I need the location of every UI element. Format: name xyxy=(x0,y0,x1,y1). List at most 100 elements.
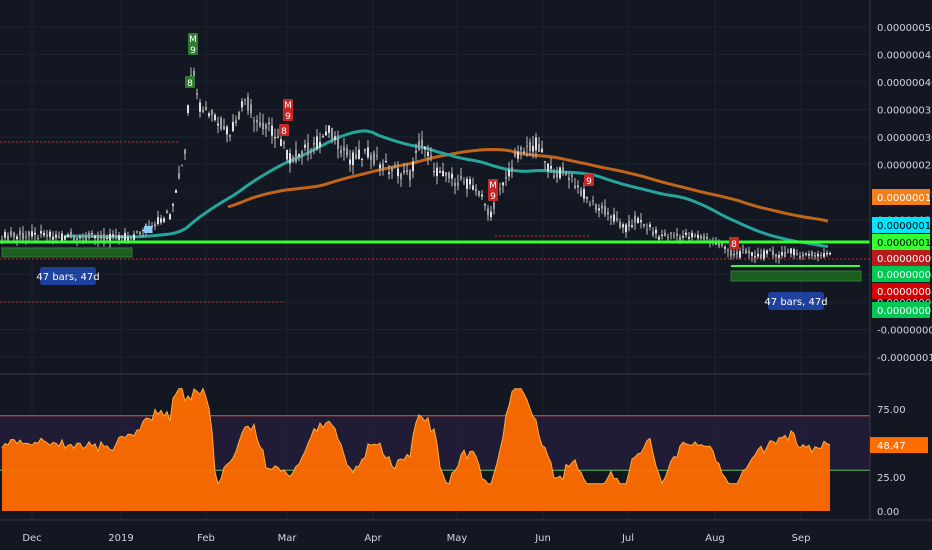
candle-body xyxy=(568,177,570,180)
candle-body xyxy=(34,232,36,235)
range-label-text: 47 bars, 47d xyxy=(764,297,827,308)
candle-body xyxy=(97,235,99,241)
candle-body xyxy=(310,151,312,153)
candle-body xyxy=(526,146,528,148)
candle-body xyxy=(169,214,171,220)
candle-body xyxy=(601,205,603,209)
range-label-text: 47 bars, 47d xyxy=(36,272,99,283)
candle-body xyxy=(754,256,756,258)
candle-body xyxy=(778,255,780,258)
candle-body xyxy=(529,141,531,152)
candle-body xyxy=(232,121,234,132)
candle-body xyxy=(562,167,564,171)
candle-body xyxy=(610,216,612,218)
candle-body xyxy=(274,136,276,139)
candle-body xyxy=(676,233,678,237)
candle-body xyxy=(358,149,360,160)
candle-body xyxy=(700,235,702,239)
candle-body xyxy=(16,236,18,240)
candle-body xyxy=(124,232,126,241)
candle-body xyxy=(580,189,582,196)
candle-body xyxy=(259,122,261,127)
candle-body xyxy=(397,168,399,177)
candle-body xyxy=(445,172,447,176)
candle-body xyxy=(643,224,645,226)
x-tick-label: Sep xyxy=(792,533,811,544)
candle-body xyxy=(253,120,255,122)
y-tick-label: 0.00000025 xyxy=(877,161,932,172)
candle-body xyxy=(220,117,222,129)
price-badge-text: 0.00000011 xyxy=(877,238,932,249)
price-badge-text: 0.00000014 xyxy=(877,221,932,232)
candle-body xyxy=(769,250,771,252)
candle-body xyxy=(823,253,825,257)
candle-body xyxy=(367,147,369,158)
candle-body xyxy=(319,142,321,147)
candle-body xyxy=(589,204,591,206)
candle-body xyxy=(172,204,174,206)
candle-body xyxy=(244,99,246,101)
candle-body xyxy=(706,237,708,239)
candle-body xyxy=(199,102,201,112)
candle-body xyxy=(343,147,345,151)
candle-body xyxy=(196,93,198,95)
candle-body xyxy=(784,251,786,258)
candle-body xyxy=(652,231,654,236)
candle-body xyxy=(379,164,381,169)
candle-body xyxy=(115,235,117,239)
candle-body xyxy=(793,249,795,256)
candle-body xyxy=(298,154,300,157)
candle-body xyxy=(262,122,264,130)
candle-body xyxy=(550,165,552,169)
candle-body xyxy=(577,185,579,187)
candle-body xyxy=(208,113,210,117)
candle-body xyxy=(31,231,33,237)
candle-body xyxy=(505,177,507,179)
candle-body xyxy=(235,120,237,124)
candle-body xyxy=(286,149,288,160)
candle-body xyxy=(427,151,429,156)
candle-body xyxy=(52,236,54,240)
signal-marker-sub: 9 xyxy=(285,112,291,122)
range-box-left xyxy=(1,247,133,258)
candle-body xyxy=(361,158,363,160)
candle-body xyxy=(328,125,330,133)
x-tick-label: 2019 xyxy=(108,533,133,544)
candle-body xyxy=(91,233,93,235)
candle-body xyxy=(688,237,690,239)
candle-body xyxy=(214,114,216,121)
osc-value-text: 48.47 xyxy=(877,441,906,452)
candle-body xyxy=(46,234,48,237)
candle-body xyxy=(271,125,273,136)
candle-body xyxy=(400,173,402,180)
candle-body xyxy=(415,151,417,153)
candle-body xyxy=(607,212,609,214)
signal-marker-text: 8 xyxy=(187,79,193,89)
candle-body xyxy=(772,250,774,256)
candle-body xyxy=(466,178,468,189)
candle-body xyxy=(697,234,699,239)
candle-body xyxy=(790,248,792,254)
candle-body xyxy=(316,136,318,149)
candle-body xyxy=(490,211,492,218)
candle-body xyxy=(10,231,12,236)
candle-body xyxy=(337,135,339,150)
candle-body xyxy=(163,218,165,222)
candle-body xyxy=(226,126,228,135)
candle-body xyxy=(766,250,768,254)
candle-body xyxy=(442,170,444,177)
candle-body xyxy=(109,234,111,242)
candle-body xyxy=(691,232,693,238)
candle-body xyxy=(22,232,24,240)
candle-body xyxy=(475,188,477,192)
candle-body xyxy=(49,231,51,237)
candle-body xyxy=(799,255,801,259)
candle-body xyxy=(376,155,378,157)
candle-body xyxy=(694,235,696,237)
candle-body xyxy=(412,161,414,172)
candle-body xyxy=(301,151,303,156)
candle-body xyxy=(556,171,558,178)
candle-body xyxy=(544,161,546,163)
candle-body xyxy=(616,218,618,221)
candle-body xyxy=(73,234,75,241)
